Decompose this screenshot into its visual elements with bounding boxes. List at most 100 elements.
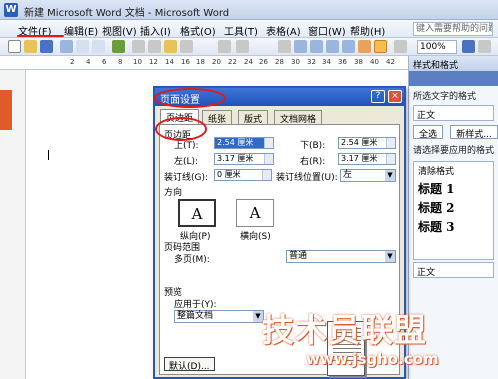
gutter-position-select[interactable]: 左 ▼ [340, 169, 396, 182]
left-margin-label: 左(L): [174, 157, 199, 167]
bottom-margin-input[interactable]: 2.54 厘米 [338, 137, 396, 149]
ruler-tick: 38 [354, 58, 363, 66]
tab-grid[interactable]: 文档网格 [274, 110, 323, 125]
left-margin-value: 3.17 厘米 [217, 154, 254, 163]
landscape-option[interactable]: A [236, 199, 274, 227]
cut-icon[interactable] [132, 40, 145, 53]
title-bar: W 新建 Microsoft Word 文档 - Microsoft Word [0, 0, 498, 20]
new-style-button[interactable]: 新样式... [450, 125, 498, 140]
horizontal-ruler: 2 4 6 8 10 12 14 16 18 20 22 24 26 28 30… [0, 56, 408, 70]
paste-icon[interactable] [164, 40, 177, 53]
columns-icon[interactable] [342, 40, 355, 53]
zoom-select[interactable]: 100% [417, 40, 457, 54]
ruler-tick: 36 [338, 58, 347, 66]
select-all-button[interactable]: 全选 [413, 125, 444, 140]
bottom-margin-label: 下(B): [300, 141, 326, 151]
permission-icon[interactable] [60, 40, 73, 53]
insert-excel-icon[interactable] [326, 40, 339, 53]
undo-icon[interactable] [218, 40, 231, 53]
copy-icon[interactable] [148, 40, 161, 53]
apply-to-value: 整篇文档 [177, 311, 214, 321]
spinner-arrows-icon[interactable] [264, 154, 273, 164]
right-margin-label: 右(R): [300, 157, 326, 167]
multiple-pages-label: 多页(M): [174, 255, 210, 265]
ruler-tick: 34 [322, 58, 331, 66]
ruler-tick: 22 [228, 58, 237, 66]
print-preview-icon[interactable] [92, 40, 105, 53]
portrait-option[interactable]: A [178, 199, 216, 227]
right-margin-value: 3.17 厘米 [341, 154, 378, 163]
menu-insert[interactable]: 插入(I) [140, 23, 171, 38]
side-badge [0, 90, 12, 130]
tab-layout[interactable]: 版式 [238, 110, 269, 125]
menu-edit[interactable]: 编辑(E) [64, 23, 98, 38]
save-icon[interactable] [40, 40, 53, 53]
print-icon[interactable] [76, 40, 89, 53]
ruler-tick: 24 [244, 58, 253, 66]
format-heading-3[interactable]: 标题 3 [414, 217, 493, 236]
format-painter-icon[interactable] [180, 40, 193, 53]
ruler-tick: 2 [70, 58, 75, 66]
read-icon[interactable] [478, 40, 491, 53]
show-hide-icon[interactable] [394, 40, 407, 53]
hyperlink-icon[interactable] [278, 40, 291, 53]
selected-format-label: 所选文字的格式 [413, 92, 477, 102]
annotation-circle [154, 88, 226, 108]
gutter-position-value: 左 [343, 170, 353, 180]
format-normal[interactable]: 正文 [413, 262, 494, 278]
ruler-tick: 40 [370, 58, 379, 66]
multiple-pages-select[interactable]: 普通 ▼ [286, 250, 396, 263]
menu-tools[interactable]: 工具(T) [224, 23, 258, 38]
text-cursor [48, 150, 49, 160]
format-list: 清除格式 标题 1 标题 2 标题 3 [413, 161, 494, 260]
new-document-icon[interactable] [8, 40, 21, 53]
gutter-value: 0 厘米 [217, 170, 241, 179]
ruler-tick: 4 [86, 58, 91, 66]
menu-window[interactable]: 窗口(W) [308, 23, 346, 38]
top-margin-value: 2.54 厘米 [217, 138, 254, 147]
insert-table-icon[interactable] [310, 40, 323, 53]
task-pane-title: 样式和格式 [409, 56, 498, 71]
tables-borders-icon[interactable] [294, 40, 307, 53]
ruler-tick: 30 [291, 58, 300, 66]
task-pane-nav [409, 71, 498, 86]
selected-format-value[interactable]: 正文 [413, 105, 494, 121]
ruler-tick: 10 [133, 58, 142, 66]
gutter-position-label: 装订线位置(U): [276, 173, 338, 183]
chevron-down-icon: ▼ [385, 251, 395, 262]
spinner-arrows-icon[interactable] [386, 138, 395, 148]
menu-view[interactable]: 视图(V) [102, 23, 137, 38]
default-button[interactable]: 默认(D)... [164, 357, 215, 372]
annotation-underline [17, 35, 64, 37]
drawing-icon[interactable] [358, 40, 371, 53]
top-margin-input[interactable]: 2.54 厘米 [214, 137, 274, 149]
format-clear[interactable]: 清除格式 [414, 162, 493, 179]
help-icon[interactable] [462, 40, 475, 53]
spelling-icon[interactable] [112, 40, 125, 53]
menu-format[interactable]: 格式(O) [180, 23, 216, 38]
ruler-tick: 42 [386, 58, 395, 66]
right-margin-input[interactable]: 3.17 厘米 [338, 153, 396, 165]
spinner-arrows-icon[interactable] [262, 170, 271, 180]
bottom-margin-value: 2.54 厘米 [341, 138, 378, 147]
ruler-tick: 6 [102, 58, 107, 66]
left-margin-input[interactable]: 3.17 厘米 [214, 153, 274, 165]
format-heading-1[interactable]: 标题 1 [414, 179, 493, 198]
spinner-arrows-icon[interactable] [264, 138, 273, 148]
orientation-label: 方向 [164, 188, 183, 198]
open-folder-icon[interactable] [24, 40, 37, 53]
apply-to-select[interactable]: 整篇文档 ▼ [174, 310, 264, 323]
document-map-icon[interactable] [374, 40, 387, 53]
tab-paper[interactable]: 纸张 [202, 110, 233, 125]
menu-table[interactable]: 表格(A) [266, 23, 301, 38]
close-icon[interactable]: × [388, 90, 402, 103]
ruler-tick: 28 [275, 58, 284, 66]
gutter-input[interactable]: 0 厘米 [214, 169, 272, 181]
menu-help[interactable]: 帮助(H) [350, 23, 385, 38]
help-icon[interactable]: ? [371, 90, 385, 103]
spinner-arrows-icon[interactable] [386, 154, 395, 164]
redo-icon[interactable] [236, 40, 249, 53]
ruler-tick: 14 [165, 58, 174, 66]
format-heading-2[interactable]: 标题 2 [414, 198, 493, 217]
help-search-input[interactable]: 键入需要帮助的问题 [413, 22, 493, 36]
